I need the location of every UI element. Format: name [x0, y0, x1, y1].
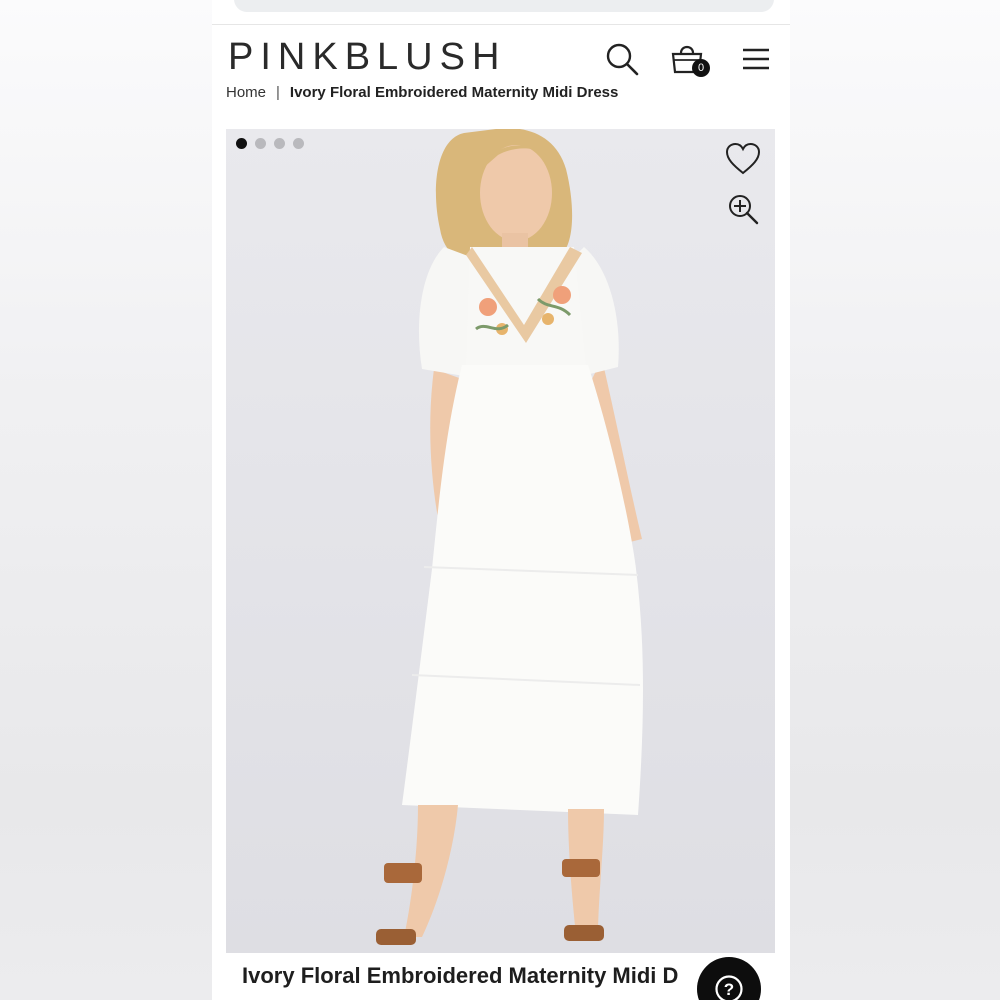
menu-icon[interactable]: [736, 39, 776, 79]
gallery-dots: [236, 138, 304, 149]
mobile-page: PINKBLUSH 0 Home | Ivory Floral Embroide…: [212, 0, 790, 1000]
cart-count-badge: 0: [692, 59, 710, 77]
breadcrumb: Home | Ivory Floral Embroidered Maternity …: [226, 84, 618, 101]
brand-logo[interactable]: PINKBLUSH: [228, 35, 506, 79]
search-bar[interactable]: [234, 0, 774, 12]
background-right: [790, 0, 1000, 1000]
site-header: PINKBLUSH 0: [212, 25, 790, 93]
product-image[interactable]: [226, 129, 775, 953]
help-icon: ?: [715, 975, 743, 1000]
heart-icon[interactable]: [723, 139, 763, 179]
search-icon[interactable]: [602, 39, 642, 79]
help-glyph: ?: [724, 980, 734, 999]
breadcrumb-home[interactable]: Home: [226, 84, 266, 101]
gallery-dot[interactable]: [274, 138, 285, 149]
gallery-dot[interactable]: [236, 138, 247, 149]
breadcrumb-current: Ivory Floral Embroidered Maternity Midi …: [289, 84, 619, 101]
product-title: Ivory Floral Embroidered Maternity Midi …: [242, 963, 679, 988]
breadcrumb-separator: |: [276, 84, 280, 101]
help-button[interactable]: ?: [697, 957, 761, 1000]
zoom-in-icon[interactable]: [723, 189, 763, 229]
cart-icon[interactable]: 0: [668, 39, 710, 79]
gallery-dot[interactable]: [255, 138, 266, 149]
gallery-dot[interactable]: [293, 138, 304, 149]
background-left: [0, 0, 212, 1000]
model-photo: [376, 129, 643, 945]
